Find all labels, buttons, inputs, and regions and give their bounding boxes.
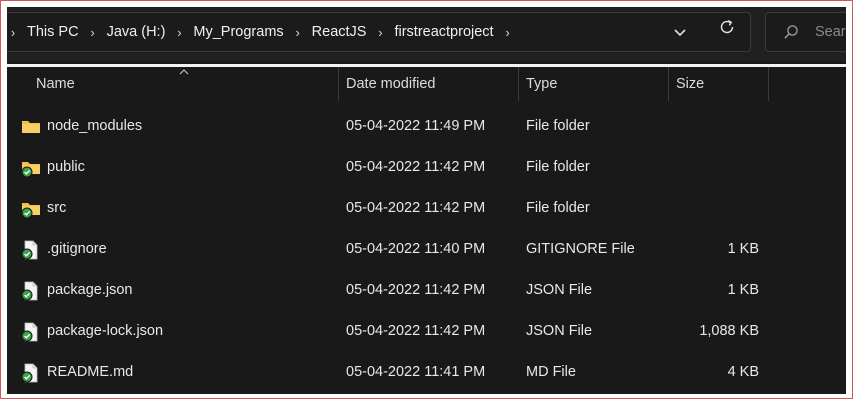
file-name[interactable]: src: [47, 188, 66, 229]
file-row[interactable]: .gitignore 05-04-2022 11:40 PM GITIGNORE F…: [7, 229, 846, 270]
chevron-right-icon[interactable]: ›: [175, 25, 183, 40]
file-row[interactable]: public 05-04-2022 11:42 PM File folder: [7, 147, 846, 188]
column-size-label: Size: [676, 76, 705, 92]
file-date-modified: 05-04-2022 11:49 PM: [346, 118, 486, 134]
file-row[interactable]: package-lock.json 05-04-2022 11:42 PM JSON…: [7, 311, 846, 352]
address-bar[interactable]: › This PC › Java (H:) › My_Programs › Re…: [7, 12, 751, 52]
file-list: node_modules 05-04-2022 11:49 PM File fold…: [7, 106, 846, 393]
screenshot-frame: › This PC › Java (H:) › My_Programs › Re…: [0, 0, 853, 399]
search-icon: [784, 25, 798, 39]
file-size: 1 KB: [727, 241, 759, 257]
file-date-modified: 05-04-2022 11:42 PM: [346, 282, 486, 298]
file-type: JSON File: [526, 282, 593, 298]
file-name[interactable]: package-lock.json: [47, 311, 163, 352]
breadcrumb-item-my-programs[interactable]: My_Programs: [193, 24, 283, 40]
file-date-modified: 05-04-2022 11:41 PM: [346, 364, 486, 380]
file-row[interactable]: src 05-04-2022 11:42 PM File folder: [7, 188, 846, 229]
file-name[interactable]: README.md: [47, 352, 133, 393]
breadcrumb-item-java-drive[interactable]: Java (H:): [107, 24, 166, 40]
chevron-right-icon[interactable]: ›: [89, 25, 97, 40]
column-header-type[interactable]: Type: [519, 67, 669, 101]
file-explorer-window: › This PC › Java (H:) › My_Programs › Re…: [7, 7, 846, 394]
file-name[interactable]: public: [47, 147, 85, 188]
chevron-right-icon[interactable]: ›: [376, 25, 384, 40]
file-date-modified: 05-04-2022 11:42 PM: [346, 159, 486, 175]
chevron-right-icon[interactable]: ›: [9, 25, 17, 40]
search-input[interactable]: Search: [815, 24, 846, 40]
search-box[interactable]: Search: [765, 12, 846, 52]
file-row[interactable]: node_modules 05-04-2022 11:49 PM File fold…: [7, 106, 846, 147]
file-size: 1 KB: [727, 282, 759, 298]
column-header-date-modified[interactable]: Date modified: [339, 67, 519, 101]
file-row[interactable]: README.md 05-04-2022 11:41 PM MD File 4 KB: [7, 352, 846, 393]
file-row[interactable]: package.json 05-04-2022 11:42 PM JSON File…: [7, 270, 846, 311]
chevron-right-icon[interactable]: ›: [504, 25, 512, 40]
breadcrumb: › This PC › Java (H:) › My_Programs › Re…: [9, 13, 522, 51]
file-size: [669, 106, 759, 147]
chevron-right-icon[interactable]: ›: [294, 25, 302, 40]
sort-ascending-icon: [179, 69, 189, 75]
file-size: 4 KB: [727, 364, 759, 380]
file-name[interactable]: .gitignore: [47, 229, 107, 270]
file-type: File folder: [526, 118, 590, 134]
chevron-down-icon[interactable]: [671, 23, 689, 41]
breadcrumb-item-firstreactproject[interactable]: firstreactproject: [394, 24, 493, 40]
breadcrumb-item-this-pc[interactable]: This PC: [27, 24, 79, 40]
file-size: [669, 188, 759, 229]
breadcrumb-item-reactjs[interactable]: ReactJS: [312, 24, 367, 40]
file-name[interactable]: package.json: [47, 270, 132, 311]
file-synced-icon: [21, 363, 41, 394]
file-type: MD File: [526, 364, 576, 380]
column-header-name[interactable]: Name: [7, 67, 339, 101]
column-date-label: Date modified: [346, 76, 436, 92]
column-name-label: Name: [36, 76, 75, 92]
file-type: JSON File: [526, 323, 593, 339]
refresh-icon: [720, 19, 734, 34]
refresh-button[interactable]: [709, 14, 745, 40]
file-size: 1,088 KB: [699, 323, 759, 339]
file-date-modified: 05-04-2022 11:42 PM: [346, 323, 486, 339]
file-type: File folder: [526, 200, 590, 216]
file-date-modified: 05-04-2022 11:40 PM: [346, 241, 486, 257]
file-name[interactable]: node_modules: [47, 106, 142, 147]
column-header: Name Date modified Type Size: [7, 67, 846, 101]
file-size: [669, 147, 759, 188]
file-type: GITIGNORE File: [526, 241, 635, 257]
file-type: File folder: [526, 159, 590, 175]
column-type-label: Type: [526, 76, 558, 92]
column-header-size[interactable]: Size: [669, 67, 769, 101]
file-date-modified: 05-04-2022 11:42 PM: [346, 200, 486, 216]
address-toolbar: › This PC › Java (H:) › My_Programs › Re…: [7, 7, 846, 61]
